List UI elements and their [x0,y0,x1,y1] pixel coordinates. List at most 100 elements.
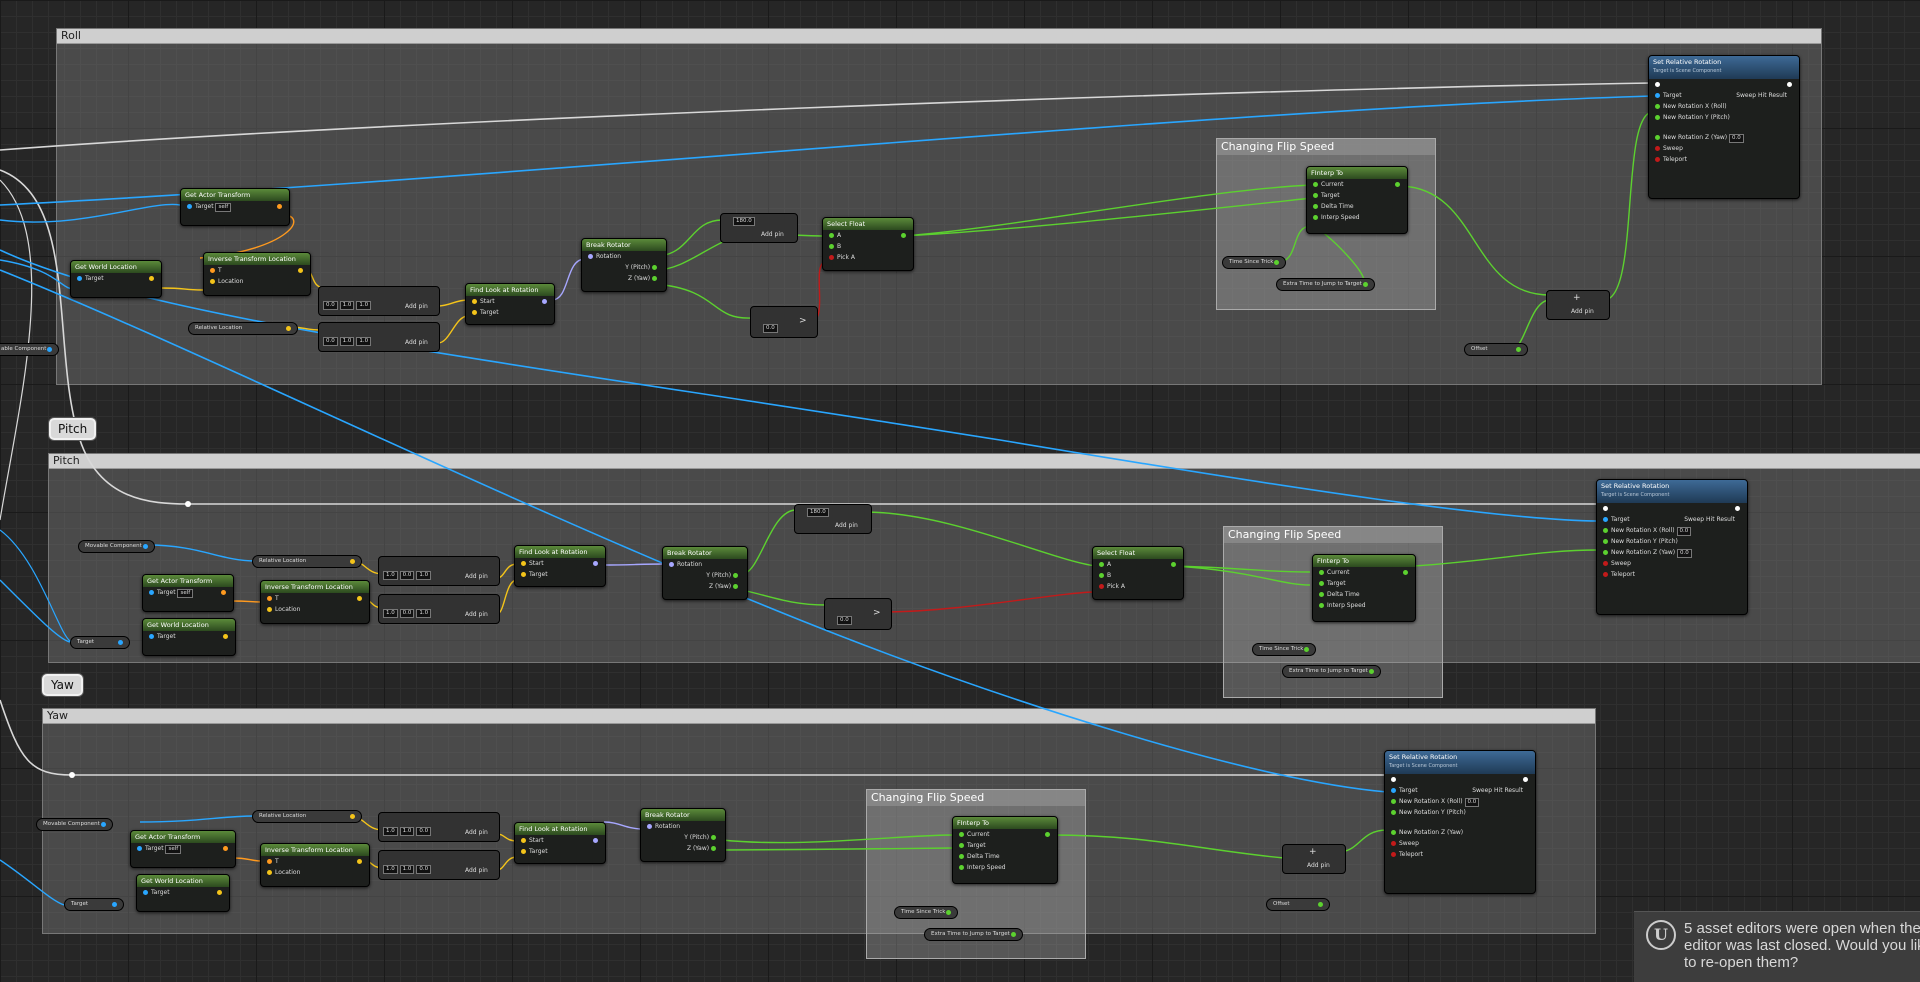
float-pin-icon[interactable] [652,265,657,270]
node-multiply-180[interactable]: 180.0 Add pin [794,504,872,534]
node-set-relative-rotation-pitch[interactable]: Set Relative Rotation Target is Scene Com… [1596,479,1748,615]
node-add[interactable]: + Add pin [1282,844,1346,874]
float-pin-icon[interactable] [1313,215,1318,220]
vector-pin-icon[interactable] [472,310,477,315]
float-pin-icon[interactable] [1655,135,1660,140]
vector-pin-icon[interactable] [298,268,303,273]
bool-pin-icon[interactable] [1603,572,1608,577]
node-finterp-to[interactable]: FInterp To Current Target Delta Time Int… [1306,166,1408,234]
var-movable-component[interactable]: able Component [0,343,60,356]
node-make-vector-2[interactable]: 1.0 0.0 1.0 Add pin [378,594,500,624]
vector-pin-icon[interactable] [357,859,362,864]
float-pin-icon[interactable] [959,854,964,859]
float-pin-icon[interactable] [959,832,964,837]
transform-pin-icon[interactable] [210,268,215,273]
transform-pin-icon[interactable] [277,204,282,209]
float-pin-icon[interactable] [1304,647,1310,652]
self-field[interactable]: self [165,845,182,854]
target-pin-icon[interactable] [1391,788,1396,793]
exec-out-pin-icon[interactable] [1523,777,1528,782]
vector-pin-icon[interactable] [217,890,222,895]
value-field[interactable]: 180.0 [733,217,755,226]
tag-pitch[interactable]: Pitch [49,418,97,440]
var-movable-component[interactable]: Movable Component [36,818,113,831]
float-pin-icon[interactable] [959,865,964,870]
float-pin-icon[interactable] [1319,570,1324,575]
float-pin-icon[interactable] [652,276,657,281]
var-relative-location[interactable]: Relative Location [188,322,298,335]
vector-pin-icon[interactable] [521,572,526,577]
float-pin-icon[interactable] [1391,810,1396,815]
vector-pin-icon[interactable] [521,838,526,843]
target-pin-icon[interactable] [1603,517,1608,522]
float-pin-icon[interactable] [1603,550,1608,555]
node-finterp-to[interactable]: FInterp To Current Target Delta Time Int… [1312,554,1416,622]
target-pin-icon[interactable] [187,204,192,209]
value-field[interactable]: 0.0 [763,324,778,333]
rotator-pin-icon[interactable] [593,838,598,843]
node-get-actor-transform[interactable]: Get Actor Transform Target self [180,188,290,226]
float-pin-icon[interactable] [733,584,738,589]
add-pin-button[interactable]: Add pin [405,303,428,310]
target-pin-icon[interactable] [1655,93,1660,98]
transform-pin-icon[interactable] [223,846,228,851]
node-get-world-location[interactable]: Get World Location Target [70,260,162,298]
vector-pin-icon[interactable] [521,561,526,566]
var-offset[interactable]: Offset [1266,898,1330,911]
float-pin-icon[interactable] [1391,799,1396,804]
transform-pin-icon[interactable] [267,596,272,601]
node-get-world-location[interactable]: Get World Location Target [142,618,236,656]
node-get-actor-transform[interactable]: Get Actor Transform Target self [142,574,234,612]
vector-pin-icon[interactable] [286,326,291,331]
vector-pin-icon[interactable] [223,634,228,639]
float-pin-icon[interactable] [1319,592,1324,597]
node-finterp-to[interactable]: FInterp To Current Target Delta Time Int… [952,816,1058,884]
var-extra-time[interactable]: Extra Time to Jump to Target [1276,278,1375,291]
bool-pin-icon[interactable] [1391,841,1396,846]
float-pin-icon[interactable] [901,233,906,238]
float-pin-icon[interactable] [711,846,716,851]
object-pin-icon[interactable] [112,902,117,907]
exec-in-pin-icon[interactable] [1603,506,1608,511]
node-select-float[interactable]: Select Float A B Pick A [1092,546,1184,600]
float-pin-icon[interactable] [1603,528,1608,533]
float-pin-icon[interactable] [959,843,964,848]
var-offset[interactable]: Offset [1464,343,1528,356]
var-target[interactable]: Target [70,636,130,649]
float-pin-icon[interactable] [829,244,834,249]
add-pin-button[interactable]: Add pin [465,573,488,580]
float-pin-icon[interactable] [1313,204,1318,209]
self-field[interactable]: self [215,203,232,212]
self-field[interactable]: self [177,589,194,598]
node-make-vector-2[interactable]: 0.0 1.0 1.0 Add pin [318,322,440,352]
rotator-pin-icon[interactable] [593,561,598,566]
bool-pin-icon[interactable] [1655,157,1660,162]
node-set-relative-rotation-yaw[interactable]: Set Relative Rotation Target is Scene Com… [1384,750,1536,894]
node-break-rotator[interactable]: Break Rotator Rotation Y (Pitch) Z (Yaw) [662,546,748,600]
reopen-editors-notification[interactable]: U 5 asset editors were open when the edi… [1634,911,1920,982]
exec-in-pin-icon[interactable] [1391,777,1396,782]
float-pin-icon[interactable] [1313,182,1318,187]
vector-pin-icon[interactable] [267,870,272,875]
float-pin-icon[interactable] [1099,573,1104,578]
object-pin-icon[interactable] [118,640,123,645]
float-pin-icon[interactable] [1010,932,1016,937]
var-relative-location[interactable]: Relative Location [252,555,362,568]
float-pin-icon[interactable] [1395,182,1400,187]
var-time-since-trick[interactable]: Time Since Trick [1222,256,1287,269]
rotator-pin-icon[interactable] [647,824,652,829]
node-make-vector-1[interactable]: 1.0 0.0 1.0 Add pin [378,556,500,586]
vector-pin-icon[interactable] [350,814,355,819]
var-time-since-trick[interactable]: Time Since Trick [1252,643,1317,656]
float-pin-icon[interactable] [1403,570,1408,575]
target-pin-icon[interactable] [143,890,148,895]
float-pin-icon[interactable] [733,573,738,578]
node-get-world-location[interactable]: Get World Location Target [136,874,230,912]
float-pin-icon[interactable] [1171,562,1176,567]
float-pin-icon[interactable] [1603,539,1608,544]
node-break-rotator[interactable]: Break Rotator Rotation Y (Pitch) Z (Yaw) [640,808,726,862]
node-break-rotator[interactable]: Break Rotator Rotation Y (Pitch) Z (Yaw) [581,238,667,292]
bool-pin-icon[interactable] [1391,852,1396,857]
float-pin-icon[interactable] [711,835,716,840]
node-select-float[interactable]: Select Float A B Pick A [822,217,914,271]
